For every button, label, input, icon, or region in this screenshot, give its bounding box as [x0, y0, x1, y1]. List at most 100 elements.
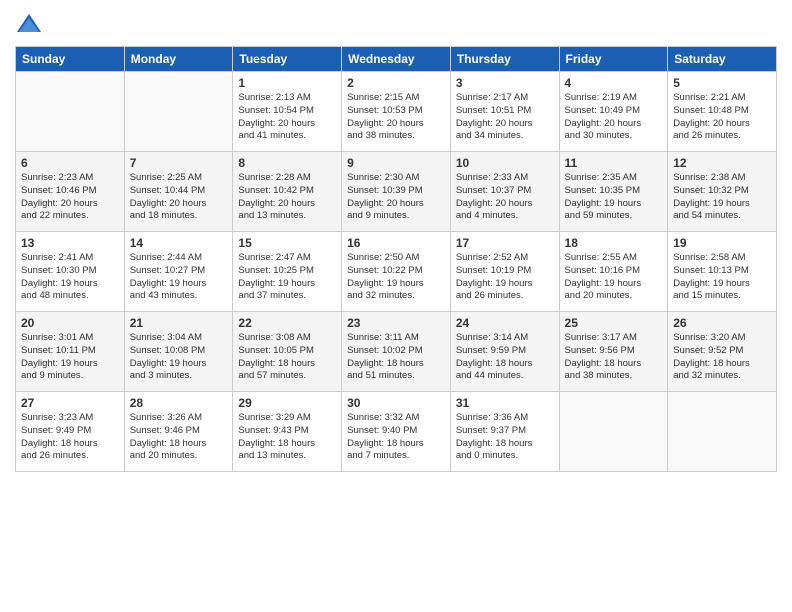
calendar-cell: 30 Sunrise: 3:32 AM Sunset: 9:40 PM Dayli…: [342, 392, 451, 472]
day-number: 27: [21, 396, 119, 410]
calendar-cell: [559, 392, 668, 472]
day-detail: Sunrise: 3:14 AM Sunset: 9:59 PM Dayligh…: [456, 332, 554, 383]
day-detail: Sunrise: 3:01 AM Sunset: 10:11 PM Daylig…: [21, 332, 119, 383]
week-row-5: 27 Sunrise: 3:23 AM Sunset: 9:49 PM Dayli…: [16, 392, 777, 472]
day-detail: Sunrise: 2:25 AM Sunset: 10:44 PM Daylig…: [130, 172, 228, 223]
calendar-cell: 27 Sunrise: 3:23 AM Sunset: 9:49 PM Dayli…: [16, 392, 125, 472]
day-number: 26: [673, 316, 771, 330]
day-detail: Sunrise: 2:38 AM Sunset: 10:32 PM Daylig…: [673, 172, 771, 223]
day-number: 3: [456, 76, 554, 90]
day-detail: Sunrise: 3:36 AM Sunset: 9:37 PM Dayligh…: [456, 412, 554, 463]
calendar-cell: 2 Sunrise: 2:15 AM Sunset: 10:53 PM Dayli…: [342, 72, 451, 152]
day-detail: Sunrise: 3:17 AM Sunset: 9:56 PM Dayligh…: [565, 332, 663, 383]
day-detail: Sunrise: 2:19 AM Sunset: 10:49 PM Daylig…: [565, 92, 663, 143]
day-number: 13: [21, 236, 119, 250]
week-row-2: 6 Sunrise: 2:23 AM Sunset: 10:46 PM Dayli…: [16, 152, 777, 232]
calendar-cell: 29Sunrise: 3:29 AM Sunset: 9:43 PM Dayli…: [233, 392, 342, 472]
header: [15, 10, 777, 38]
week-row-3: 13Sunrise: 2:41 AM Sunset: 10:30 PM Dayl…: [16, 232, 777, 312]
day-number: 2: [347, 76, 445, 90]
calendar-cell: 28 Sunrise: 3:26 AM Sunset: 9:46 PM Dayli…: [124, 392, 233, 472]
calendar-cell: 12 Sunrise: 2:38 AM Sunset: 10:32 PM Dayl…: [668, 152, 777, 232]
day-number: 8: [238, 156, 336, 170]
calendar-table: SundayMondayTuesdayWednesdayThursdayFrid…: [15, 46, 777, 472]
weekday-header-saturday: Saturday: [668, 47, 777, 72]
calendar-cell: 10Sunrise: 2:33 AM Sunset: 10:37 PM Dayl…: [450, 152, 559, 232]
day-detail: Sunrise: 3:20 AM Sunset: 9:52 PM Dayligh…: [673, 332, 771, 383]
calendar-cell: 23 Sunrise: 3:11 AM Sunset: 10:02 PM Dayl…: [342, 312, 451, 392]
day-number: 24: [456, 316, 554, 330]
day-number: 28: [130, 396, 228, 410]
day-number: 1: [238, 76, 336, 90]
day-detail: Sunrise: 2:50 AM Sunset: 10:22 PM Daylig…: [347, 252, 445, 303]
day-detail: Sunrise: 3:04 AM Sunset: 10:08 PM Daylig…: [130, 332, 228, 383]
day-number: 18: [565, 236, 663, 250]
day-number: 5: [673, 76, 771, 90]
day-number: 17: [456, 236, 554, 250]
day-number: 15: [238, 236, 336, 250]
logo: [15, 10, 47, 38]
weekday-header-thursday: Thursday: [450, 47, 559, 72]
calendar-cell: 6 Sunrise: 2:23 AM Sunset: 10:46 PM Dayli…: [16, 152, 125, 232]
week-row-1: 1 Sunrise: 2:13 AM Sunset: 10:54 PM Dayli…: [16, 72, 777, 152]
calendar-cell: 25 Sunrise: 3:17 AM Sunset: 9:56 PM Dayli…: [559, 312, 668, 392]
calendar-cell: 21Sunrise: 3:04 AM Sunset: 10:08 PM Dayl…: [124, 312, 233, 392]
day-detail: Sunrise: 2:55 AM Sunset: 10:16 PM Daylig…: [565, 252, 663, 303]
calendar-cell: 31 Sunrise: 3:36 AM Sunset: 9:37 PM Dayli…: [450, 392, 559, 472]
calendar-cell: 7 Sunrise: 2:25 AM Sunset: 10:44 PM Dayli…: [124, 152, 233, 232]
day-detail: Sunrise: 2:58 AM Sunset: 10:13 PM Daylig…: [673, 252, 771, 303]
day-detail: Sunrise: 2:44 AM Sunset: 10:27 PM Daylig…: [130, 252, 228, 303]
day-detail: Sunrise: 2:17 AM Sunset: 10:51 PM Daylig…: [456, 92, 554, 143]
calendar-cell: 18 Sunrise: 2:55 AM Sunset: 10:16 PM Dayl…: [559, 232, 668, 312]
day-number: 14: [130, 236, 228, 250]
day-detail: Sunrise: 2:28 AM Sunset: 10:42 PM Daylig…: [238, 172, 336, 223]
day-detail: Sunrise: 2:21 AM Sunset: 10:48 PM Daylig…: [673, 92, 771, 143]
day-number: 4: [565, 76, 663, 90]
calendar-cell: 3 Sunrise: 2:17 AM Sunset: 10:51 PM Dayli…: [450, 72, 559, 152]
day-number: 11: [565, 156, 663, 170]
day-detail: Sunrise: 2:30 AM Sunset: 10:39 PM Daylig…: [347, 172, 445, 223]
calendar-cell: 16 Sunrise: 2:50 AM Sunset: 10:22 PM Dayl…: [342, 232, 451, 312]
calendar-cell: 15 Sunrise: 2:47 AM Sunset: 10:25 PM Dayl…: [233, 232, 342, 312]
day-number: 7: [130, 156, 228, 170]
calendar-cell: 14 Sunrise: 2:44 AM Sunset: 10:27 PM Dayl…: [124, 232, 233, 312]
page: SundayMondayTuesdayWednesdayThursdayFrid…: [0, 0, 792, 612]
day-detail: Sunrise: 2:15 AM Sunset: 10:53 PM Daylig…: [347, 92, 445, 143]
calendar-cell: 5 Sunrise: 2:21 AM Sunset: 10:48 PM Dayli…: [668, 72, 777, 152]
calendar-cell: 8 Sunrise: 2:28 AM Sunset: 10:42 PM Dayli…: [233, 152, 342, 232]
day-detail: Sunrise: 3:29 AM Sunset: 9:43 PM Dayligh…: [238, 412, 336, 463]
day-detail: Sunrise: 3:32 AM Sunset: 9:40 PM Dayligh…: [347, 412, 445, 463]
calendar-cell: 1 Sunrise: 2:13 AM Sunset: 10:54 PM Dayli…: [233, 72, 342, 152]
day-detail: Sunrise: 3:23 AM Sunset: 9:49 PM Dayligh…: [21, 412, 119, 463]
day-detail: Sunrise: 3:11 AM Sunset: 10:02 PM Daylig…: [347, 332, 445, 383]
day-number: 23: [347, 316, 445, 330]
day-number: 19: [673, 236, 771, 250]
day-number: 6: [21, 156, 119, 170]
calendar-cell: 13Sunrise: 2:41 AM Sunset: 10:30 PM Dayl…: [16, 232, 125, 312]
weekday-header-monday: Monday: [124, 47, 233, 72]
day-number: 30: [347, 396, 445, 410]
day-number: 16: [347, 236, 445, 250]
weekday-header-row: SundayMondayTuesdayWednesdayThursdayFrid…: [16, 47, 777, 72]
day-number: 20: [21, 316, 119, 330]
weekday-header-tuesday: Tuesday: [233, 47, 342, 72]
calendar-cell: [124, 72, 233, 152]
day-number: 10: [456, 156, 554, 170]
day-number: 12: [673, 156, 771, 170]
day-detail: Sunrise: 2:47 AM Sunset: 10:25 PM Daylig…: [238, 252, 336, 303]
calendar-cell: 11Sunrise: 2:35 AM Sunset: 10:35 PM Dayl…: [559, 152, 668, 232]
day-number: 25: [565, 316, 663, 330]
weekday-header-sunday: Sunday: [16, 47, 125, 72]
calendar-cell: 20 Sunrise: 3:01 AM Sunset: 10:11 PM Dayl…: [16, 312, 125, 392]
day-number: 31: [456, 396, 554, 410]
calendar-cell: [16, 72, 125, 152]
day-detail: Sunrise: 2:13 AM Sunset: 10:54 PM Daylig…: [238, 92, 336, 143]
day-detail: Sunrise: 3:08 AM Sunset: 10:05 PM Daylig…: [238, 332, 336, 383]
calendar-cell: 24 Sunrise: 3:14 AM Sunset: 9:59 PM Dayli…: [450, 312, 559, 392]
calendar-cell: 22Sunrise: 3:08 AM Sunset: 10:05 PM Dayl…: [233, 312, 342, 392]
day-detail: Sunrise: 2:23 AM Sunset: 10:46 PM Daylig…: [21, 172, 119, 223]
day-number: 9: [347, 156, 445, 170]
calendar-cell: 9 Sunrise: 2:30 AM Sunset: 10:39 PM Dayli…: [342, 152, 451, 232]
day-detail: Sunrise: 3:26 AM Sunset: 9:46 PM Dayligh…: [130, 412, 228, 463]
logo-icon: [15, 10, 43, 38]
